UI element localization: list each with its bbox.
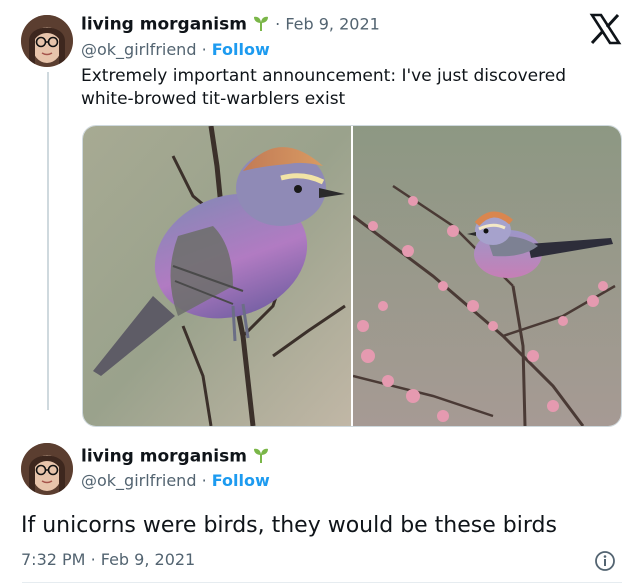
follow-button[interactable]: Follow (212, 471, 270, 490)
sprout-icon (252, 446, 270, 468)
sprout-icon (252, 14, 270, 36)
separator: · (90, 550, 96, 569)
thread-line (47, 72, 49, 410)
handle-line: @ok_girlfriend · Follow (81, 40, 270, 59)
divider (22, 582, 622, 583)
tweet-time[interactable]: 7:32 PM (21, 550, 85, 569)
bird-photo-left[interactable] (83, 126, 351, 426)
x-logo-icon[interactable] (588, 12, 622, 46)
bird-photo-right[interactable] (352, 126, 621, 426)
tweet-body: Extremely important announcement: I've j… (81, 65, 611, 111)
tweet-text-line: Extremely important announcement: I've j… (81, 66, 566, 86)
avatar[interactable] (21, 15, 73, 67)
tweet-text-line: white-browed tit-warblers exist (81, 89, 346, 109)
display-name[interactable]: living morganism (81, 447, 247, 467)
tweet-meta: 7:32 PM · Feb 9, 2021 (21, 550, 195, 569)
tweet-date[interactable]: Feb 9, 2021 (285, 15, 379, 34)
user-handle[interactable]: @ok_girlfriend (81, 40, 196, 59)
main-header: living morganism (81, 446, 270, 468)
separator: · (201, 40, 207, 59)
avatar[interactable] (21, 443, 73, 495)
separator: · (275, 14, 281, 34)
user-handle[interactable]: @ok_girlfriend (81, 471, 196, 490)
handle-line: @ok_girlfriend · Follow (81, 471, 270, 490)
main-tweet-text: If unicorns were birds, they would be th… (21, 513, 557, 538)
tweet-date[interactable]: Feb 9, 2021 (101, 550, 195, 569)
info-icon[interactable] (594, 550, 616, 572)
reply-header: living morganism · Feb 9, 2021 (81, 14, 380, 36)
separator: · (201, 471, 207, 490)
display-name[interactable]: living morganism (81, 15, 247, 35)
follow-button[interactable]: Follow (212, 40, 270, 59)
media-grid[interactable] (82, 125, 622, 427)
